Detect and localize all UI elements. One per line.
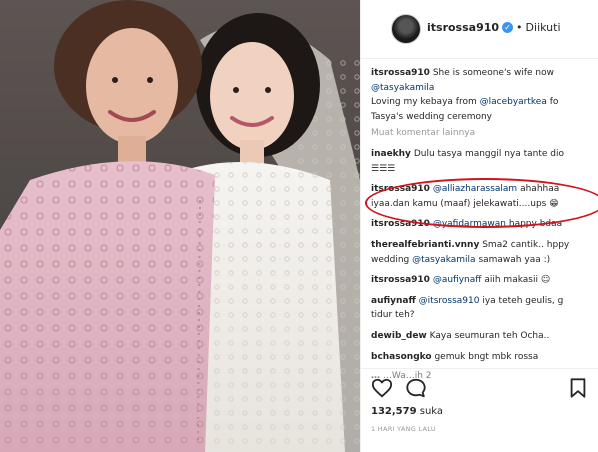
likes-number: 132,579 [371,406,417,417]
caption-line3-mention[interactable]: @lacebyartkea [480,97,547,107]
comment: therealfebrianti.vnny Sma2 cantik.. hppy [371,238,598,253]
comment-text: happy bdaa [508,219,563,230]
caption-line1: She is someone's wife now [432,68,554,78]
comment-username[interactable]: itsrossa910 [371,275,430,285]
comment-text-cont: samawah yaa :) [478,254,551,265]
avatar[interactable] [391,14,421,44]
comment-text: aiih makasii ☺ [484,275,551,286]
caption-line4: Tasya's wedding ceremony [371,111,493,122]
post-side-panel: itsrossa910 ✓ • Diikuti itsrossa910 She is … [360,0,598,452]
comment: inaekhy Dulu tasya manggil nya tante dio [371,147,598,162]
comment-username[interactable]: dewib_dew [371,331,427,341]
follow-status-button[interactable]: Diikuti [526,21,561,34]
comment-text: Kaya seumuran teh Ocha.. [429,330,550,341]
likes-label: suka [419,406,444,417]
comment-username[interactable]: itsrossa910 [371,219,430,229]
comment-username[interactable]: itsrossa910 [371,184,430,194]
comment: itsrossa910 @aufiynaff aiih makasii ☺ [371,273,598,288]
post-timestamp: 1 HARI YANG LALU [371,425,436,433]
comment-mention[interactable]: @yafidarmawan [433,219,506,229]
separator-dot: • [516,21,523,34]
comment-username[interactable]: inaekhy [371,149,411,159]
comment-mention[interactable]: @aufiynaff [433,275,482,285]
instagram-post: itsrossa910 ✓ • Diikuti itsrossa910 She is … [0,0,598,452]
photo-illustration [0,0,360,452]
comment-text-cont: wedding [371,254,410,265]
caption: itsrossa910 She is someone's wife now [371,66,598,81]
comment-text-cont: iyaa.dan kamu (maaf) jelekawati....ups 😁 [371,198,559,209]
verified-badge-icon: ✓ [502,22,514,33]
comment-username[interactable]: aufiynaff [371,296,416,306]
comments-list: itsrossa910 She is someone's wife now @t… [371,66,598,384]
load-more-comments-link[interactable]: Muat komentar lainnya [371,128,475,138]
comment-mention[interactable]: @itsrossa910 [419,296,480,306]
comment-text: gemuk bngt mbk rossa [434,351,539,362]
comment-text-cont: tidur teh? [371,310,415,321]
post-header: itsrossa910 ✓ • Diikuti [361,0,598,59]
comment: dewib_dew Kaya seumuran teh Ocha.. [371,329,598,344]
comment: itsrossa910 @yafidarmawan happy bdaa [371,217,598,232]
post-actions: 132,579 suka 1 HARI YANG LALU [361,368,598,452]
comment-text: Dulu tasya manggil nya tante dio [413,148,565,159]
comment: itsrossa910 @alliazharassalam ahahhaa [371,182,598,197]
post-photo[interactable] [0,0,360,452]
comment-text: ahahhaa [520,184,560,195]
bookmark-icon[interactable] [567,377,589,399]
comment-text: Sma2 cantik.. hppy [482,239,570,250]
comment-mention[interactable]: @tasyakamila [412,255,475,265]
comment: aufiynaff @itsrossa910 iya teteh geulis,… [371,294,598,309]
caption-mention[interactable]: @tasyakamila [371,83,434,93]
caption-line3-pre: Loving my kebaya from [371,97,477,108]
header-username[interactable]: itsrossa910 [427,21,499,34]
comment: bchasongko gemuk bngt mbk rossa [371,350,598,365]
caption-username[interactable]: itsrossa910 [371,68,430,78]
comment-icon[interactable] [405,377,427,399]
heart-icon[interactable] [371,377,393,399]
comment-text: iya teteh geulis, g [482,295,564,306]
comment-username[interactable]: bchasongko [371,352,432,362]
comment-mention[interactable]: @alliazharassalam [433,184,517,194]
header-text: itsrossa910 ✓ • Diikuti [427,21,561,34]
likes-count[interactable]: 132,579 suka [371,406,443,417]
comment-text-cont: ☰☰☰ [371,163,396,174]
caption-line3-post: fo [549,97,559,108]
comment-username[interactable]: therealfebrianti.vnny [371,240,479,250]
